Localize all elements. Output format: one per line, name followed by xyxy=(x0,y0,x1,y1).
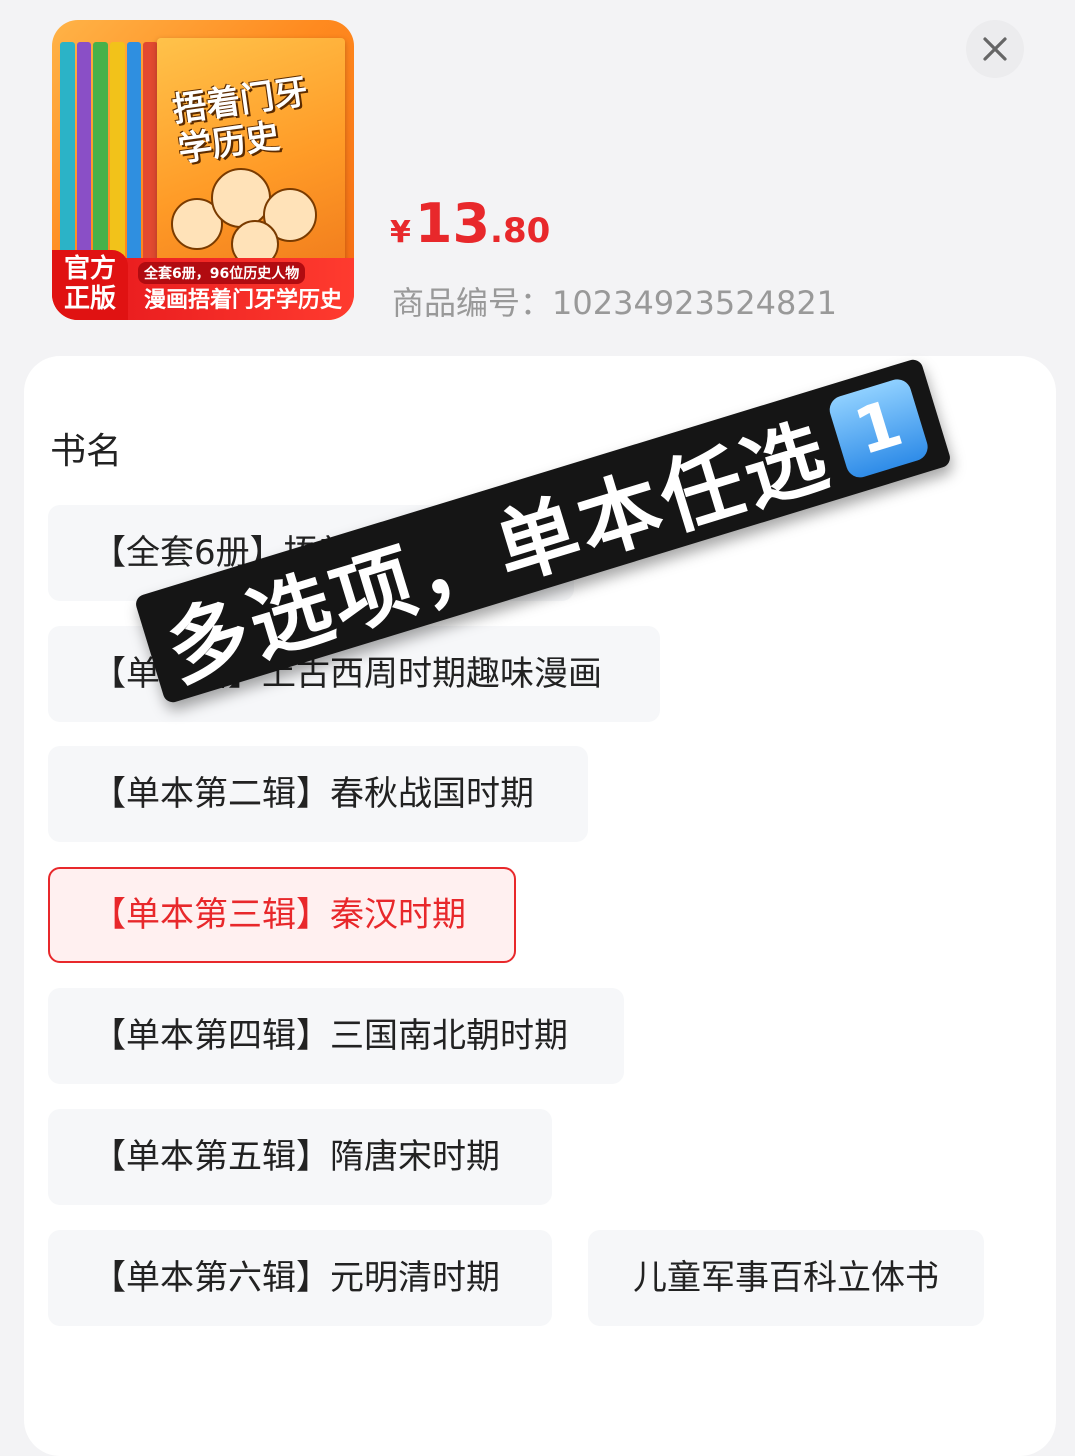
book-cover: 捂着门牙学历史 xyxy=(157,38,345,280)
option-vol-3[interactable]: 【单本第三辑】秦汉时期 xyxy=(48,867,516,963)
close-icon xyxy=(983,37,1007,61)
sku-number: 商品编号：10234923524821 xyxy=(392,284,838,322)
option-vol-5[interactable]: 【单本第五辑】隋唐宋时期 xyxy=(48,1109,552,1205)
official-tag: 官方正版 xyxy=(52,250,128,320)
price-currency: ¥ xyxy=(390,215,411,250)
cover-banner-text: 漫画捂着门牙学历史 xyxy=(144,288,343,313)
cover-subtitle: 全套6册，96位历史人物 xyxy=(138,262,306,284)
cover-title: 捂着门牙学历史 xyxy=(170,71,311,171)
cartoon-characters xyxy=(171,158,331,268)
close-button[interactable] xyxy=(966,20,1024,78)
option-vol-4[interactable]: 【单本第四辑】三国南北朝时期 xyxy=(48,988,624,1084)
option-vol-2[interactable]: 【单本第二辑】春秋战国时期 xyxy=(48,746,588,842)
number-one-badge-icon: 1 xyxy=(826,375,932,481)
book-spines xyxy=(60,42,160,272)
price: ¥ 13 .80 xyxy=(390,194,550,254)
product-thumbnail[interactable]: 捂着门牙学历史 官方正版 全套6册，96位历史人物 漫画捂着门牙学历史 xyxy=(52,20,354,320)
price-decimal: .80 xyxy=(490,211,551,251)
option-military-encyclopedia[interactable]: 儿童军事百科立体书 xyxy=(588,1230,984,1326)
price-integer: 13 xyxy=(414,192,491,255)
section-title: 书名 xyxy=(50,431,123,472)
option-vol-6[interactable]: 【单本第六辑】元明清时期 xyxy=(48,1230,552,1326)
